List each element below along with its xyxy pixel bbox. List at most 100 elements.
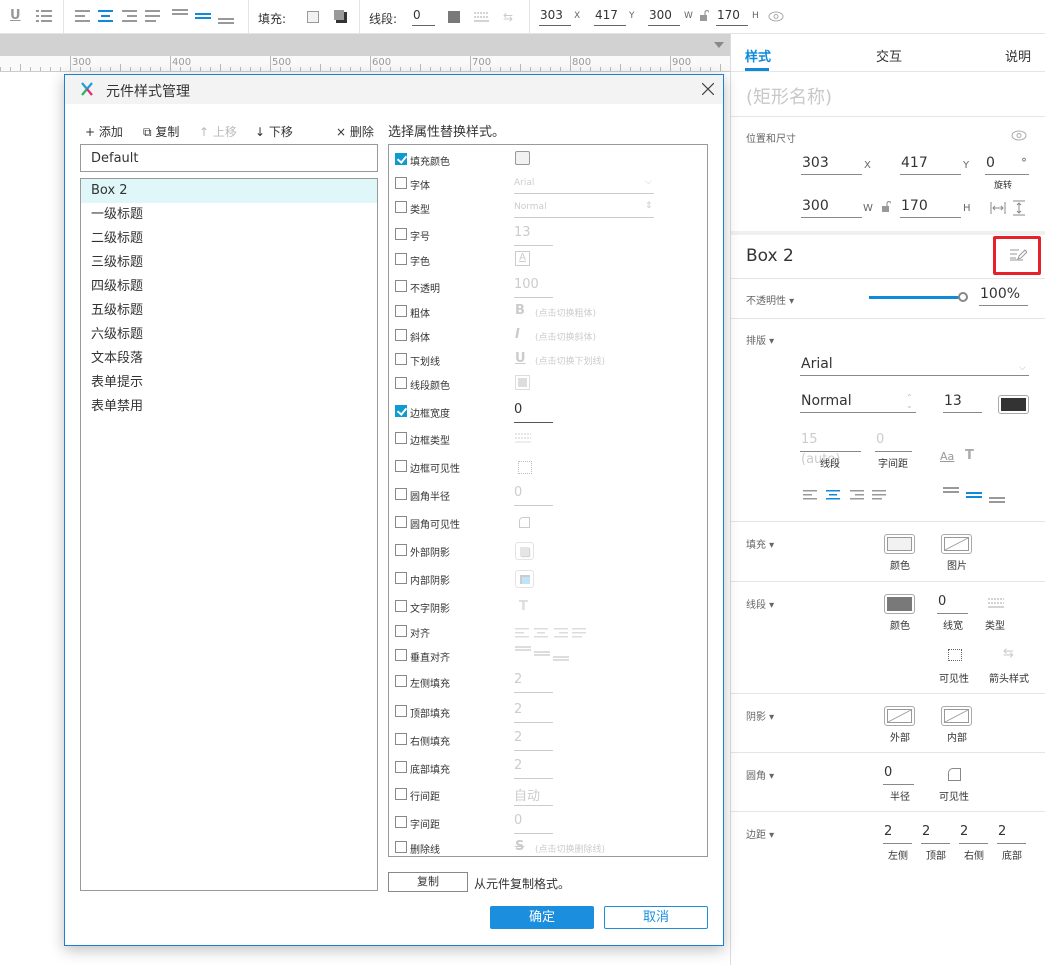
font-size-input[interactable]: 13 (943, 391, 982, 413)
move-down-button[interactable]: ↓ 下移 (255, 123, 293, 140)
property-checkbox[interactable] (395, 305, 407, 317)
pos-y-input[interactable]: 417 (900, 153, 961, 175)
stroke-width-input[interactable]: 0 (412, 8, 435, 26)
property-checkbox[interactable] (395, 460, 407, 472)
tab-notes[interactable]: 说明 (1005, 46, 1031, 65)
property-checkbox[interactable] (395, 405, 407, 417)
style-list-item[interactable]: 三级标题 (81, 251, 377, 275)
property-value-input[interactable]: 自动 (514, 785, 540, 804)
font-style-select[interactable]: Normal (800, 391, 916, 413)
underline-icon[interactable]: U (10, 8, 21, 23)
fill-color-swatch[interactable] (884, 534, 915, 554)
size-w-input[interactable]: 300 (801, 196, 862, 218)
style-list-item[interactable]: 二级标题 (81, 227, 377, 251)
style-list-item[interactable]: 文本段落 (81, 347, 377, 371)
style-list-item[interactable]: 六级标题 (81, 323, 377, 347)
property-checkbox[interactable] (395, 705, 407, 717)
valign-bottom-icon[interactable] (218, 8, 234, 27)
tab-style[interactable]: 样式 (745, 46, 771, 65)
property-checkbox[interactable] (395, 761, 407, 773)
lock-icon[interactable] (699, 9, 710, 25)
stroke-width-input[interactable]: 0 (937, 592, 968, 614)
padding-left-input[interactable]: 2 (883, 822, 912, 844)
property-checkbox[interactable] (395, 329, 407, 341)
align-justify-icon[interactable] (145, 10, 160, 25)
dropdown-arrow-icon[interactable] (714, 42, 724, 48)
property-value-input[interactable]: 2 (514, 730, 522, 745)
property-checkbox[interactable] (395, 816, 407, 828)
fill-shadow-icon[interactable] (334, 10, 347, 23)
property-value-input[interactable]: 2 (514, 672, 522, 687)
panel-align-center-icon[interactable] (826, 489, 840, 503)
panel-valign-top-icon[interactable] (943, 487, 959, 506)
style-list-item[interactable]: 表单提示 (81, 371, 377, 395)
style-list-item[interactable]: 五级标题 (81, 299, 377, 323)
property-value-input[interactable]: 13 (514, 225, 531, 240)
style-list-item[interactable]: 四级标题 (81, 275, 377, 299)
stroke-color-swatch[interactable] (884, 594, 915, 614)
valign-top-icon[interactable] (172, 8, 188, 27)
opacity-input[interactable]: 100% (979, 284, 1028, 306)
cancel-button[interactable]: 取消 (604, 906, 708, 929)
property-value-input[interactable]: 2 (514, 758, 522, 773)
padding-top-input[interactable]: 2 (921, 822, 950, 844)
align-center-icon[interactable] (98, 10, 113, 25)
corner-visibility-icon[interactable] (948, 768, 961, 781)
property-checkbox[interactable] (395, 649, 407, 661)
property-checkbox[interactable] (395, 377, 407, 389)
text-shadow-icon[interactable]: T (965, 448, 974, 463)
move-up-button[interactable]: ↑ 上移 (199, 123, 237, 140)
copy-format-button[interactable]: 复制 (388, 872, 468, 892)
opacity-slider-track[interactable] (869, 292, 968, 302)
stroke-type-icon[interactable] (474, 11, 489, 26)
property-checkbox[interactable] (395, 432, 407, 444)
property-checkbox[interactable] (395, 675, 407, 687)
property-checkbox[interactable] (395, 253, 407, 265)
bold-icon[interactable]: B (515, 303, 525, 318)
style-list-item[interactable]: Box 2 (81, 179, 377, 203)
property-value-input[interactable]: 0 (514, 813, 522, 828)
property-checkbox[interactable] (395, 177, 407, 189)
property-checkbox[interactable] (395, 516, 407, 528)
stroke-visibility-icon[interactable] (948, 649, 962, 661)
style-list-item[interactable]: 一级标题 (81, 203, 377, 227)
arrow-style-icon[interactable]: ⇆ (503, 10, 513, 24)
close-icon[interactable] (701, 82, 715, 98)
text-case-icon[interactable]: Aa (940, 450, 954, 463)
arrow-style-icon[interactable]: ⇆ (1003, 646, 1014, 661)
tab-interaction[interactable]: 交互 (876, 46, 902, 65)
property-value-input[interactable]: 100 (514, 277, 539, 292)
line-height-input[interactable]: 15 (auto) (800, 430, 861, 467)
font-select[interactable]: Arial (514, 178, 534, 188)
panel-align-left-icon[interactable] (803, 489, 817, 503)
font-color-swatch[interactable] (998, 395, 1029, 414)
delete-style-button[interactable]: × 删除 (336, 123, 374, 140)
property-checkbox[interactable] (395, 788, 407, 800)
y-input[interactable]: 417 (594, 8, 626, 26)
padding-bottom-input[interactable]: 2 (997, 822, 1026, 844)
align-left-icon[interactable] (75, 10, 90, 25)
eye-icon[interactable] (768, 11, 784, 25)
fit-width-icon[interactable] (990, 201, 1006, 218)
stroke-type-icon[interactable] (988, 597, 1004, 611)
property-value-input[interactable]: 0 (514, 485, 522, 500)
property-checkbox[interactable] (395, 572, 407, 584)
fill-color-swatch[interactable] (307, 11, 319, 23)
property-value-input[interactable]: 0 (514, 402, 522, 417)
outer-shadow-swatch[interactable] (884, 706, 915, 726)
property-checkbox[interactable] (395, 733, 407, 745)
fit-height-icon[interactable] (1012, 200, 1026, 219)
height-input[interactable]: 170 (716, 8, 748, 26)
style-list-item[interactable]: 表单禁用 (81, 395, 377, 419)
opacity-slider-thumb[interactable] (958, 292, 968, 302)
property-checkbox[interactable] (395, 153, 407, 165)
shape-name-input[interactable]: (矩形名称) (746, 83, 832, 109)
pos-x-input[interactable]: 303 (801, 153, 862, 175)
italic-icon[interactable]: I (515, 327, 520, 342)
inner-shadow-swatch[interactable] (941, 706, 972, 726)
letter-spacing-input[interactable]: 0 (875, 430, 912, 452)
aspect-lock-icon[interactable] (881, 200, 892, 216)
panel-valign-bottom-icon[interactable] (989, 487, 1005, 506)
visibility-eye-icon[interactable] (1011, 130, 1027, 144)
font-style-select[interactable]: Normal (514, 202, 547, 212)
